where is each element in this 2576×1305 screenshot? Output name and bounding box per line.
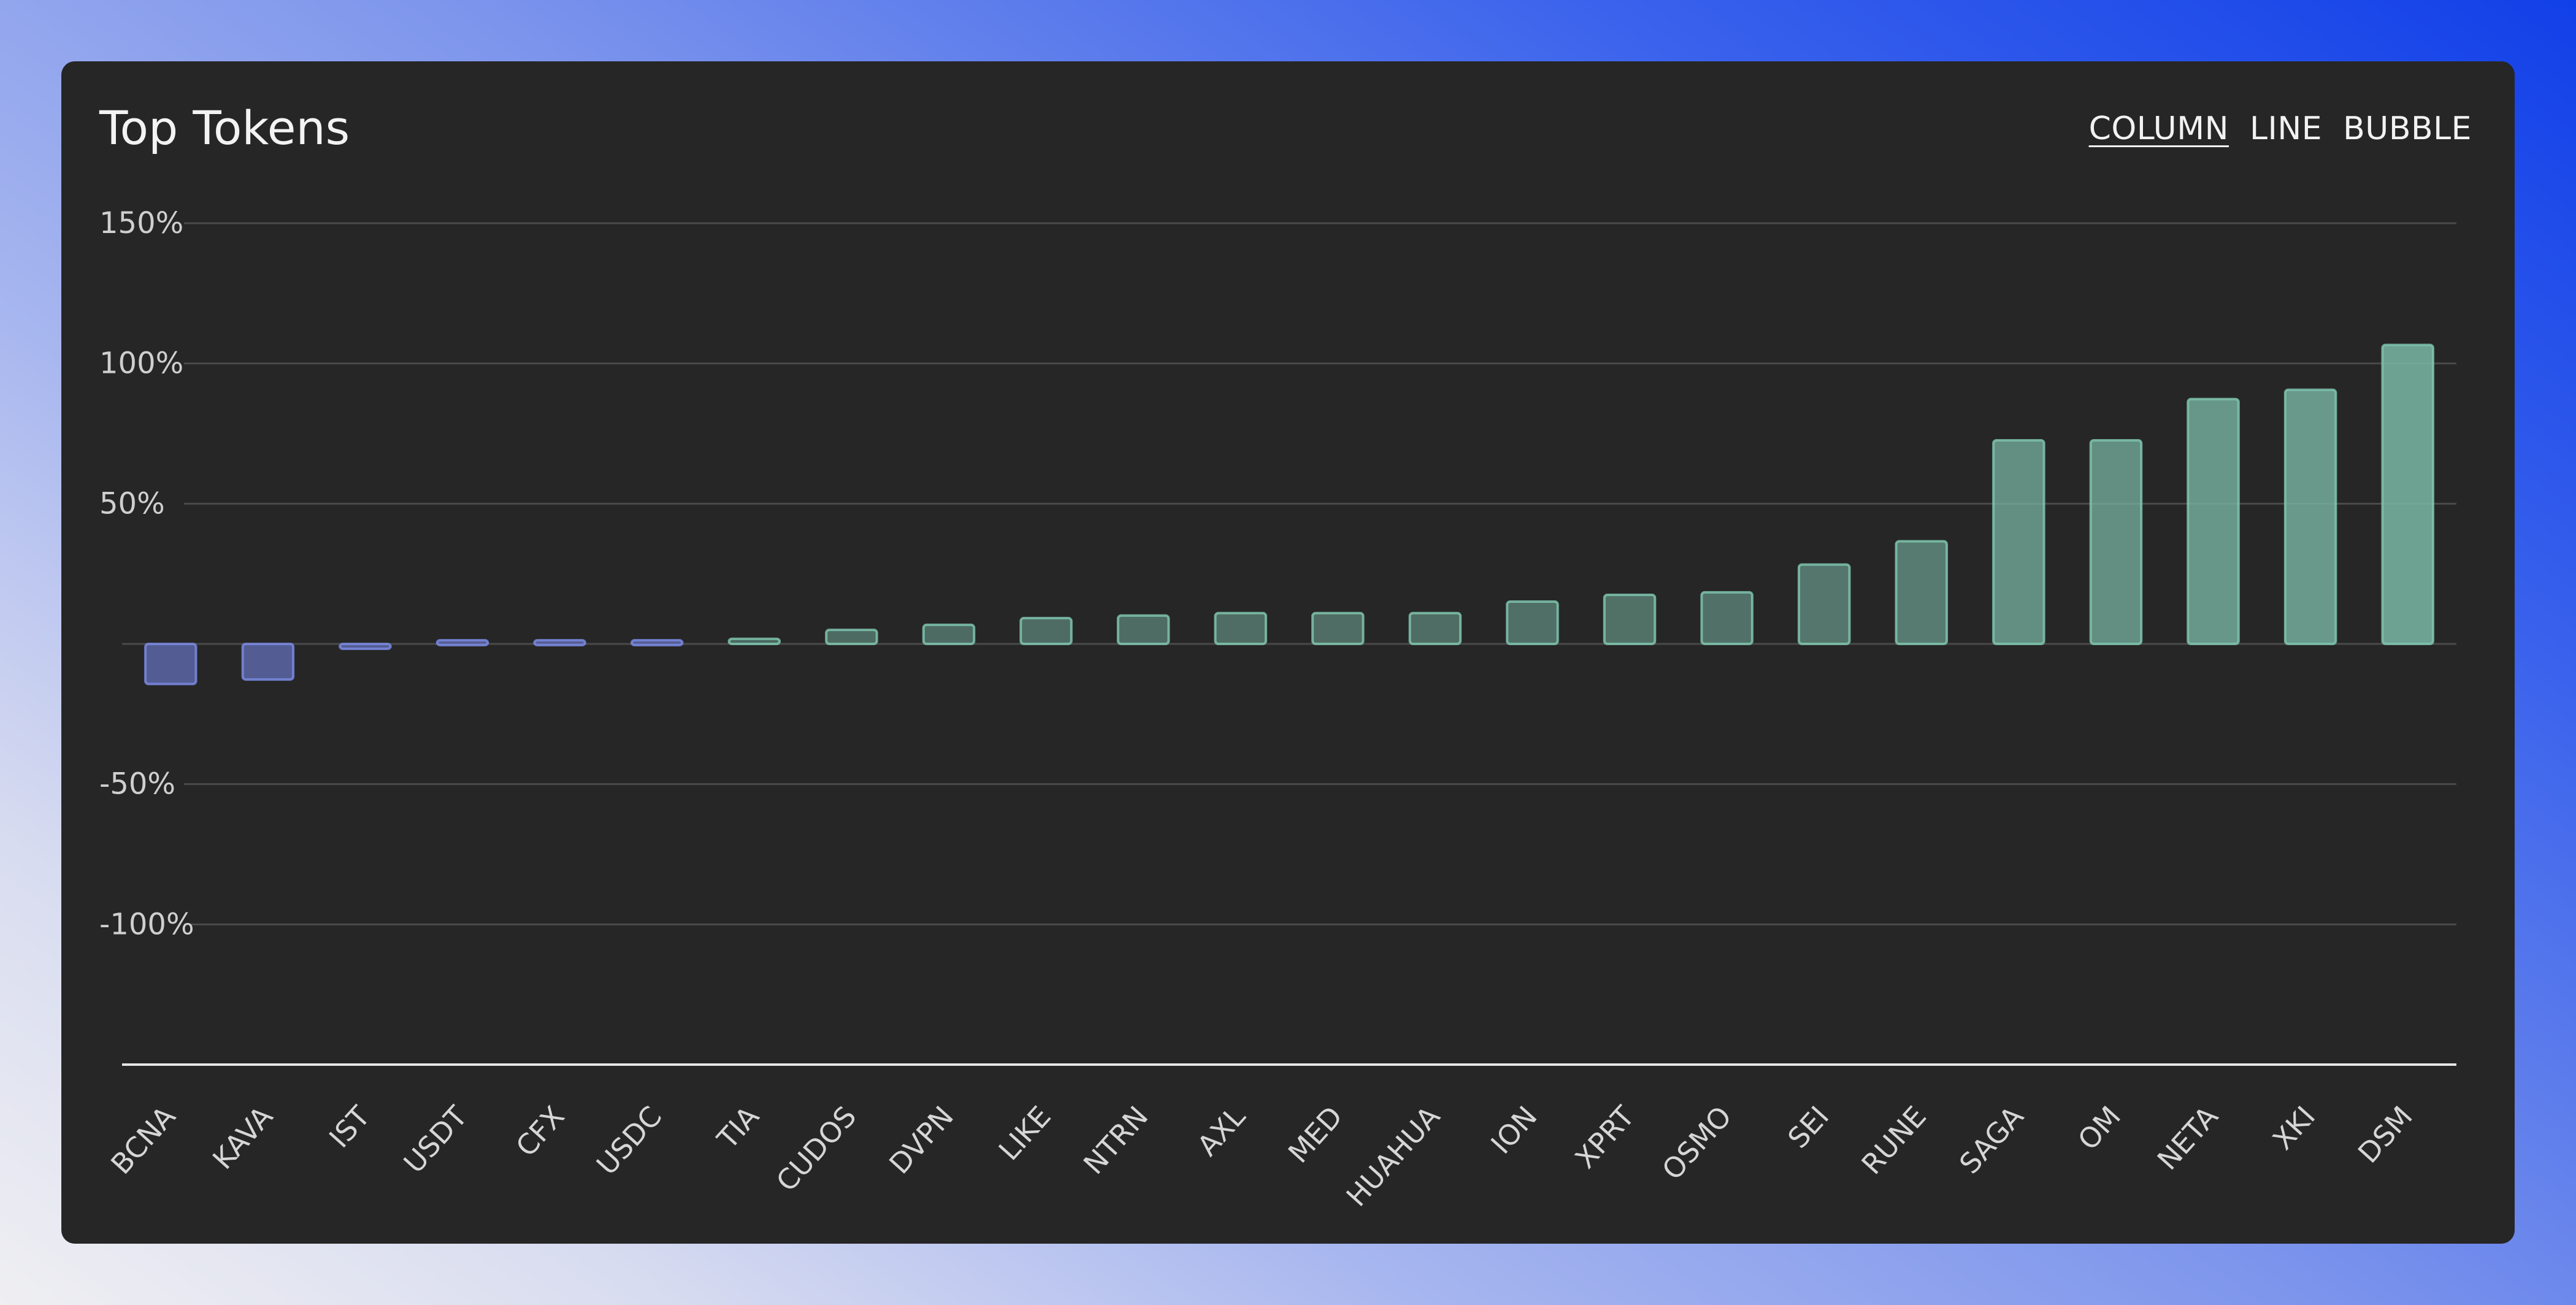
bar-neta[interactable]: [2187, 397, 2240, 645]
bar-axl[interactable]: [1214, 611, 1267, 646]
x-tick-label: SEI: [1781, 1100, 1835, 1155]
bar-sei[interactable]: [1797, 563, 1851, 645]
x-tick-label: IST: [323, 1100, 377, 1154]
bar-bcna[interactable]: [144, 643, 197, 686]
bar-usdt[interactable]: [435, 639, 489, 646]
bar-med[interactable]: [1311, 611, 1365, 646]
bar-like[interactable]: [1019, 616, 1073, 646]
bar-dsm[interactable]: [2381, 343, 2434, 645]
x-tick-label: TIA: [710, 1100, 765, 1156]
x-tick-label: OSMO: [1655, 1100, 1738, 1186]
bar-kava[interactable]: [241, 643, 295, 681]
bar-dvpn[interactable]: [922, 623, 976, 645]
x-tick-label: OM: [2071, 1100, 2127, 1157]
bar-saga[interactable]: [1992, 438, 2045, 645]
bars: [144, 343, 2434, 686]
bar-ion[interactable]: [1506, 600, 1559, 646]
x-tick-label: CFX: [509, 1100, 570, 1163]
x-tick-label: BCNA: [104, 1100, 182, 1181]
x-tick-label: DSM: [2352, 1100, 2419, 1169]
x-tick-label: USDT: [397, 1100, 474, 1180]
bar-cfx[interactable]: [533, 639, 586, 646]
x-tick-label: DVPN: [883, 1100, 960, 1180]
bar-cudos[interactable]: [825, 629, 878, 645]
bar-usdc[interactable]: [630, 639, 684, 646]
x-tick-label: CUDOS: [770, 1100, 863, 1198]
y-tick-label: 100%: [99, 346, 183, 381]
bar-om[interactable]: [2089, 438, 2143, 645]
x-tick-label: HUAHUA: [1340, 1100, 1446, 1213]
x-tick-label: RUNE: [1855, 1100, 1933, 1181]
x-tick-label: LIKE: [992, 1100, 1057, 1166]
x-tick-label: XPRT: [1568, 1100, 1641, 1175]
x-tick-label: NTRN: [1077, 1100, 1154, 1181]
bar-xprt[interactable]: [1603, 593, 1657, 646]
x-tick-label: KAVA: [206, 1100, 279, 1176]
x-tick-label: XKI: [2266, 1100, 2321, 1156]
y-tick-label: 150%: [99, 206, 183, 240]
bar-chart: 150% 100% 50% -50% -100% BCNA KAVA IST USDT CFX U…: [99, 206, 2456, 1213]
y-tick-label: 50%: [99, 486, 165, 521]
bar-xki[interactable]: [2283, 388, 2337, 645]
y-axis-ticks: 150% 100% 50% -50% -100%: [99, 206, 194, 941]
x-tick-label: USDC: [590, 1100, 668, 1181]
bar-osmo[interactable]: [1700, 591, 1754, 645]
bar-ist[interactable]: [339, 643, 392, 650]
x-tick-label: NETA: [2151, 1100, 2225, 1176]
y-tick-label: -50%: [99, 767, 175, 802]
x-axis-ticks: BCNA KAVA IST USDT CFX USDC TIA CUDOS DVPN LIKE NT…: [104, 1100, 2419, 1213]
bar-huahua[interactable]: [1408, 611, 1462, 646]
bar-tia[interactable]: [727, 637, 781, 645]
x-tick-label: SAGA: [1953, 1100, 2030, 1181]
x-tick-label: AXL: [1190, 1100, 1252, 1162]
bar-rune[interactable]: [1895, 540, 1949, 646]
bar-ntrn[interactable]: [1116, 614, 1170, 645]
x-tick-label: MED: [1282, 1100, 1349, 1169]
y-tick-label: -100%: [99, 907, 194, 941]
x-tick-label: ION: [1484, 1100, 1543, 1160]
